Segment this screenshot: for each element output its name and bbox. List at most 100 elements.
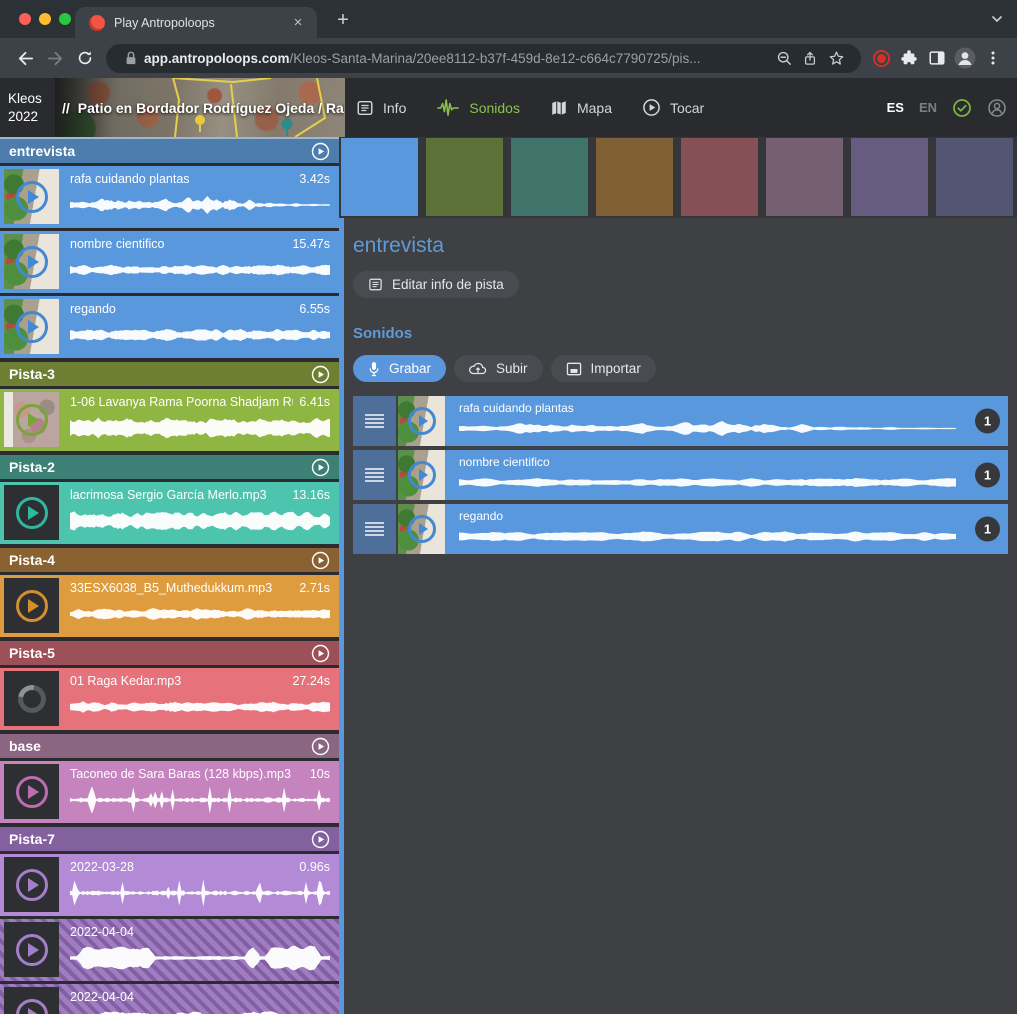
new-tab-button[interactable]: + [331, 9, 355, 33]
extensions-puzzle-icon[interactable] [895, 44, 923, 72]
zoom-page-icon[interactable] [771, 45, 797, 71]
track-swatch[interactable] [511, 138, 588, 216]
account-icon[interactable] [987, 98, 1007, 118]
track-swatch[interactable] [936, 138, 1013, 216]
lang-es-button[interactable]: ES [887, 100, 904, 115]
bookmark-star-icon[interactable] [823, 45, 849, 71]
track-header[interactable]: Pista-2 [0, 455, 339, 479]
sound-title: nombre cientifico [70, 237, 286, 251]
track-header[interactable]: base [0, 734, 339, 758]
edit-track-info-button[interactable]: Editar info de pista [353, 271, 519, 298]
sound-item[interactable]: nombre cientifico15.47s [0, 231, 339, 293]
track-play-icon[interactable] [311, 644, 330, 663]
drag-handle[interactable] [353, 504, 396, 554]
saved-check-icon[interactable] [952, 98, 972, 118]
track-play-icon[interactable] [311, 458, 330, 477]
sound-thumbnail[interactable] [4, 578, 59, 633]
lang-en-button[interactable]: EN [919, 100, 937, 115]
sound-row[interactable]: rafa cuidando plantas 1 [353, 396, 1008, 446]
maximize-window-button[interactable] [59, 13, 71, 25]
waveform [70, 1008, 330, 1014]
sound-item[interactable]: Taconeo de Sara Baras (128 kbps).mp310s [0, 761, 339, 823]
track-play-icon[interactable] [311, 737, 330, 756]
sound-thumbnail-loading[interactable] [4, 671, 59, 726]
sound-item[interactable]: 2022-03-280.96s [0, 854, 339, 916]
nav-tab-info[interactable]: Info [356, 99, 406, 117]
sound-item[interactable]: lacrimosa Sergio García Merlo.mp313.16s [0, 482, 339, 544]
sound-item-processing[interactable]: 2022-04-04 [0, 919, 339, 981]
sound-thumbnail[interactable] [4, 485, 59, 540]
sound-thumbnail[interactable] [398, 450, 445, 500]
sound-row-body[interactable]: rafa cuidando plantas 1 [445, 396, 1008, 446]
sound-row-body[interactable]: nombre cientifico 1 [445, 450, 1008, 500]
track-header[interactable]: Pista-3 [0, 362, 339, 386]
play-icon [16, 311, 48, 343]
track-swatch[interactable] [426, 138, 503, 216]
sound-thumbnail[interactable] [4, 392, 59, 447]
sound-item[interactable]: 33ESX6038_B5_Muthedukkum.mp32.71s [0, 575, 339, 637]
nav-tab-tocar[interactable]: Tocar [642, 98, 704, 117]
browser-tab[interactable]: Play Antropoloops × [75, 7, 317, 38]
record-button[interactable]: Grabar [353, 355, 446, 382]
drag-handle[interactable] [353, 396, 396, 446]
share-icon[interactable] [797, 45, 823, 71]
sound-item[interactable]: regando6.55s [0, 296, 339, 358]
track-header[interactable]: entrevista [0, 137, 339, 163]
url-text[interactable]: app.antropoloops.com/Kleos-Santa-Marina/… [144, 51, 771, 66]
track-play-icon[interactable] [311, 551, 330, 570]
track-header[interactable]: Pista-5 [0, 641, 339, 665]
tab-close-icon[interactable]: × [289, 14, 307, 32]
track-swatch[interactable] [766, 138, 843, 216]
sound-item[interactable]: rafa cuidando plantas3.42s [0, 166, 339, 228]
sound-title: 2022-04-04 [70, 925, 324, 939]
microphone-icon [368, 361, 380, 377]
sound-row[interactable]: regando 1 [353, 504, 1008, 554]
sound-row[interactable]: nombre cientifico 1 [353, 450, 1008, 500]
sound-thumbnail[interactable] [4, 234, 59, 289]
track-section-pista-4: Pista-4 33ESX6038_B5_Muthedukkum.mp32.71… [0, 548, 339, 637]
waveform [459, 470, 956, 495]
sound-row-body[interactable]: regando 1 [445, 504, 1008, 554]
sound-thumbnail[interactable] [4, 857, 59, 912]
track-header[interactable]: Pista-7 [0, 827, 339, 851]
side-panel-icon[interactable] [923, 44, 951, 72]
forward-button[interactable] [40, 43, 70, 73]
sound-item-processing[interactable]: 2022-04-04 [0, 984, 339, 1014]
breadcrumb[interactable]: // Patio en Bordador Rodríguez Ojeda / R… [62, 78, 344, 137]
browser-profile-avatar[interactable] [951, 44, 979, 72]
nav-tab-sonidos[interactable]: Sonidos [436, 99, 520, 117]
drag-handle[interactable] [353, 450, 396, 500]
track-section-entrevista: entrevista rafa cuidando plantas3.42s no… [0, 137, 339, 358]
sound-thumbnail[interactable] [398, 396, 445, 446]
track-section-pista-2: Pista-2 lacrimosa Sergio García Merlo.mp… [0, 455, 339, 544]
lock-icon[interactable] [118, 45, 144, 71]
tab-search-chevron-icon[interactable] [990, 12, 1004, 26]
record-extension-icon[interactable] [867, 44, 895, 72]
track-play-icon[interactable] [311, 830, 330, 849]
play-icon [16, 869, 48, 901]
minimize-window-button[interactable] [39, 13, 51, 25]
sound-item[interactable]: 01 Raga Kedar.mp327.24s [0, 668, 339, 730]
sound-thumbnail[interactable] [4, 987, 59, 1014]
track-swatch[interactable] [341, 138, 418, 216]
sound-thumbnail[interactable] [398, 504, 445, 554]
sound-thumbnail[interactable] [4, 922, 59, 977]
track-swatch[interactable] [596, 138, 673, 216]
track-header[interactable]: Pista-4 [0, 548, 339, 572]
track-swatch[interactable] [681, 138, 758, 216]
sound-item[interactable]: 1-06 Lavanya Rama Poorna Shadjam Rupak..… [0, 389, 339, 451]
url-bar[interactable]: app.antropoloops.com/Kleos-Santa-Marina/… [106, 44, 861, 73]
sound-thumbnail[interactable] [4, 169, 59, 224]
back-button[interactable] [10, 43, 40, 73]
browser-menu-kebab-icon[interactable] [979, 44, 1007, 72]
sound-thumbnail[interactable] [4, 764, 59, 819]
sound-thumbnail[interactable] [4, 299, 59, 354]
track-swatch[interactable] [851, 138, 928, 216]
reload-button[interactable] [70, 43, 100, 73]
nav-tab-mapa[interactable]: Mapa [550, 99, 612, 117]
close-window-button[interactable] [19, 13, 31, 25]
track-play-icon[interactable] [311, 365, 330, 384]
upload-button[interactable]: Subir [454, 355, 543, 382]
track-play-icon[interactable] [311, 142, 330, 161]
import-button[interactable]: Importar [551, 355, 656, 382]
